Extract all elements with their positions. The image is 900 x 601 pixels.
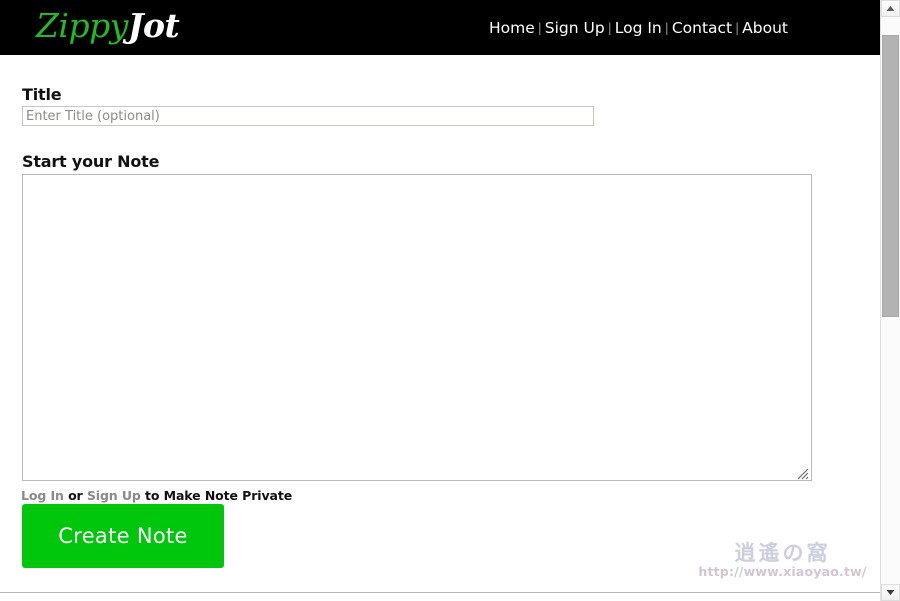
scroll-up-button[interactable] bbox=[881, 0, 900, 17]
chevron-down-icon bbox=[886, 590, 895, 595]
privacy-signup-link[interactable]: Sign Up bbox=[87, 488, 141, 503]
nav-separator: | bbox=[537, 21, 542, 35]
watermark: 逍遙の窩 http://www.xiaoyao.tw/ bbox=[690, 541, 875, 583]
create-note-button[interactable]: Create Note bbox=[22, 504, 224, 568]
note-label: Start your Note bbox=[22, 152, 160, 171]
chevron-up-icon bbox=[886, 6, 895, 11]
nav-separator: | bbox=[735, 21, 740, 35]
privacy-hint: Log In or Sign Up to Make Note Private bbox=[21, 488, 292, 503]
nav-separator: | bbox=[664, 21, 669, 35]
logo-text-zippy: Zippy bbox=[36, 6, 128, 45]
browser-viewport: ZippyJot Home | Sign Up | Log In | Contact | Abo… bbox=[0, 0, 900, 601]
scroll-down-button[interactable] bbox=[881, 584, 900, 601]
main-nav: Home | Sign Up | Log In | Contact | About bbox=[489, 17, 788, 39]
watermark-logo-text: 逍遙の窩 bbox=[734, 541, 831, 565]
privacy-login-link[interactable]: Log In bbox=[21, 488, 64, 503]
watermark-url-text: http://www.xiaoyao.tw/ bbox=[698, 564, 867, 579]
scrollbar-track[interactable] bbox=[881, 17, 900, 584]
page-content: ZippyJot Home | Sign Up | Log In | Contact | Abo… bbox=[0, 0, 880, 601]
privacy-suffix-text: to Make Note Private bbox=[140, 488, 293, 503]
privacy-middle-text: or bbox=[63, 488, 87, 503]
title-label: Title bbox=[22, 85, 62, 104]
note-textarea[interactable] bbox=[22, 174, 812, 481]
nav-about[interactable]: About bbox=[742, 19, 788, 37]
vertical-scrollbar[interactable] bbox=[880, 0, 900, 601]
site-logo[interactable]: ZippyJot bbox=[36, 6, 180, 46]
title-input[interactable] bbox=[22, 106, 594, 126]
scrollbar-thumb[interactable] bbox=[882, 35, 899, 317]
site-header: ZippyJot Home | Sign Up | Log In | Contact | Abo… bbox=[0, 0, 880, 55]
nav-sign-up[interactable]: Sign Up bbox=[545, 19, 605, 37]
nav-log-in[interactable]: Log In bbox=[615, 19, 662, 37]
page-bottom-divider bbox=[0, 592, 880, 593]
nav-contact[interactable]: Contact bbox=[672, 19, 732, 37]
logo-text-jot: Jot bbox=[127, 6, 180, 45]
nav-separator: | bbox=[607, 21, 612, 35]
nav-home[interactable]: Home bbox=[489, 19, 535, 37]
